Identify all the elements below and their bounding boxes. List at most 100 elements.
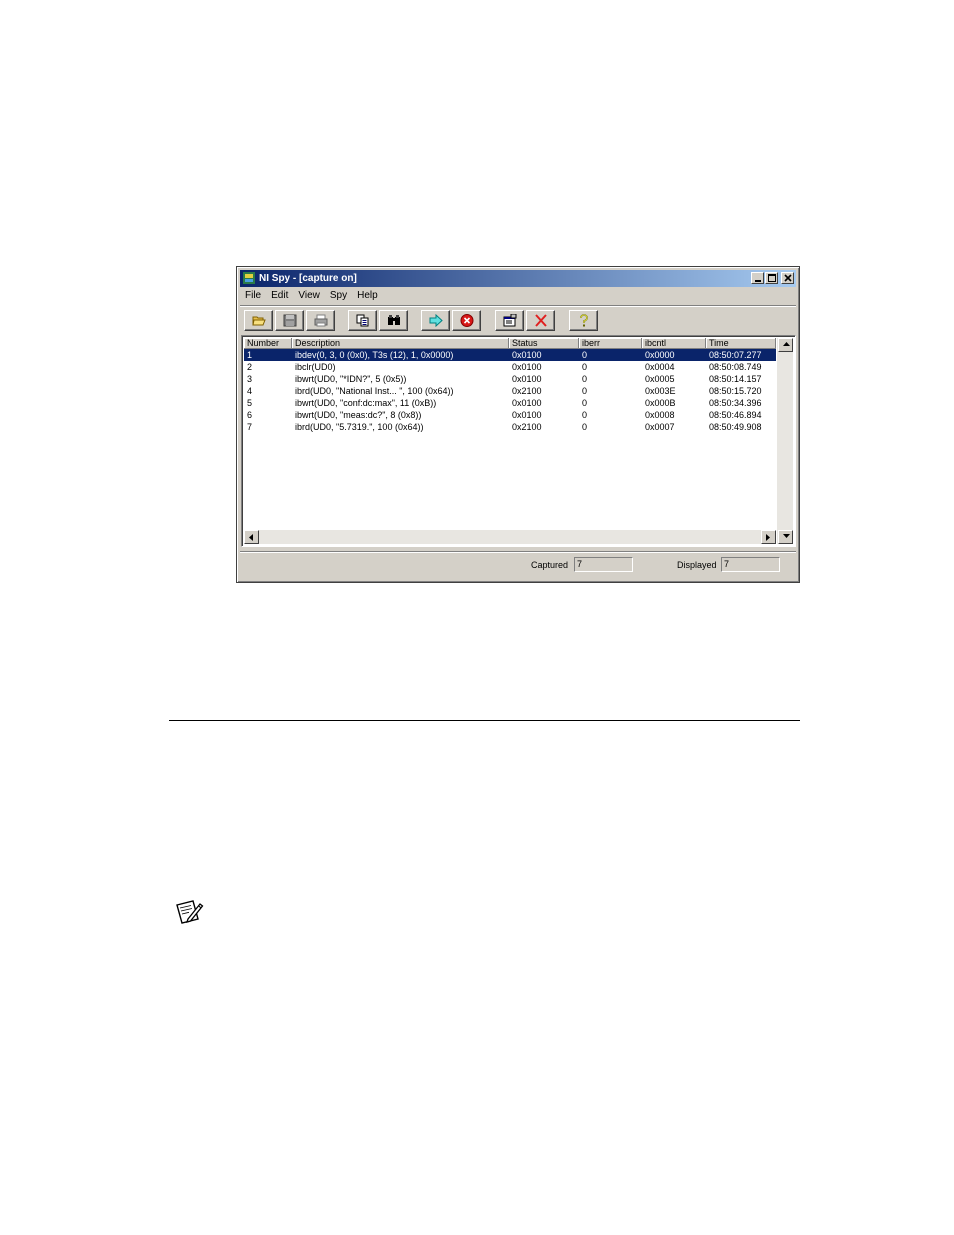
- row-ibcntl: 0x0007: [645, 422, 675, 432]
- row-iberr: 0: [582, 350, 588, 360]
- row-number: 1: [247, 350, 253, 360]
- displayed-count: 7: [721, 557, 780, 572]
- clear-button[interactable]: [526, 310, 555, 331]
- stop-capture-button[interactable]: [452, 310, 481, 331]
- start-capture-arrow-icon: [429, 314, 443, 327]
- row-iberr: 0: [582, 398, 588, 408]
- row-time: 08:50:07.277: [709, 350, 762, 360]
- row-iberr: 0: [582, 386, 588, 396]
- toolbar-divider: [240, 305, 796, 307]
- arrow-down-icon: [783, 534, 790, 538]
- row-number: 2: [247, 362, 253, 372]
- row-status: 0x0100: [512, 410, 542, 420]
- table-row[interactable]: 6 ibwrt(UD0, "meas:dc?", 8 (0x8)) 0x0100 0 0…: [244, 409, 776, 421]
- open-button[interactable]: [244, 310, 273, 331]
- captured-label: Captured: [531, 560, 569, 570]
- row-time: 08:50:46.894: [709, 410, 762, 420]
- column-header-description[interactable]: Description: [292, 338, 509, 349]
- copy-icon: [356, 314, 369, 327]
- horizontal-rule: [169, 720, 800, 721]
- window-title: NI Spy - [capture on]: [259, 273, 357, 284]
- close-button[interactable]: [781, 272, 794, 284]
- column-header-status[interactable]: Status: [509, 338, 579, 349]
- column-header-time[interactable]: Time: [706, 338, 776, 349]
- column-header-ibcntl[interactable]: ibcntl: [642, 338, 706, 349]
- row-description: ibrd(UD0, "5.7319.", 100 (0x64)): [295, 422, 424, 432]
- clear-delete-icon: [535, 314, 547, 327]
- save-icon: [283, 314, 297, 327]
- table-row[interactable]: 7 ibrd(UD0, "5.7319.", 100 (0x64)) 0x2100 0…: [244, 421, 776, 433]
- row-time: 08:50:15.720: [709, 386, 762, 396]
- close-icon: [784, 274, 792, 282]
- menu-view[interactable]: View: [293, 288, 325, 304]
- scroll-down-button[interactable]: [778, 530, 793, 544]
- row-description: ibrd(UD0, "National Inst... ", 100 (0x64…: [295, 386, 454, 396]
- arrow-left-icon: [249, 534, 253, 541]
- find-button[interactable]: [379, 310, 408, 331]
- row-iberr: 0: [582, 362, 588, 372]
- help-button[interactable]: [569, 310, 598, 331]
- save-button[interactable]: [275, 310, 304, 331]
- row-status: 0x0100: [512, 362, 542, 372]
- start-capture-button[interactable]: [421, 310, 450, 331]
- print-button[interactable]: [306, 310, 335, 331]
- open-folder-icon: [252, 316, 266, 326]
- row-number: 5: [247, 398, 253, 408]
- row-description: ibwrt(UD0, "*IDN?", 5 (0x5)): [295, 374, 407, 384]
- table-row[interactable]: 1 ibdev(0, 3, 0 (0x0), T3s (12), 1, 0x000…: [244, 349, 776, 361]
- column-header-iberr[interactable]: iberr: [579, 338, 642, 349]
- list-header: Number Description Status iberr ibcntl T…: [244, 338, 776, 349]
- row-ibcntl: 0x0005: [645, 374, 675, 384]
- stop-capture-icon: [460, 314, 474, 327]
- copy-button[interactable]: [348, 310, 377, 331]
- menu-file[interactable]: File: [240, 288, 266, 304]
- row-ibcntl: 0x0000: [645, 350, 675, 360]
- menu-help[interactable]: Help: [352, 288, 383, 304]
- list-rows: 1 ibdev(0, 3, 0 (0x0), T3s (12), 1, 0x000…: [244, 349, 776, 433]
- row-time: 08:50:49.908: [709, 422, 762, 432]
- menu-spy[interactable]: Spy: [325, 288, 352, 304]
- row-status: 0x0100: [512, 398, 542, 408]
- row-status: 0x2100: [512, 386, 542, 396]
- properties-button[interactable]: [495, 310, 524, 331]
- row-number: 4: [247, 386, 253, 396]
- row-time: 08:50:34.396: [709, 398, 762, 408]
- maximize-button[interactable]: [765, 272, 778, 284]
- row-status: 0x2100: [512, 422, 542, 432]
- row-description: ibclr(UD0): [295, 362, 336, 372]
- column-header-number[interactable]: Number: [244, 338, 292, 349]
- minimize-icon: [755, 280, 761, 282]
- find-binoculars-icon: [388, 315, 400, 325]
- capture-list[interactable]: Number Description Status iberr ibcntl T…: [241, 335, 796, 547]
- scroll-up-button[interactable]: [778, 338, 793, 352]
- row-number: 7: [247, 422, 253, 432]
- row-status: 0x0100: [512, 350, 542, 360]
- row-time: 08:50:08.749: [709, 362, 762, 372]
- table-row[interactable]: 2 ibclr(UD0) 0x0100 0 0x0004 08:50:08.749: [244, 361, 776, 373]
- row-description: ibwrt(UD0, "meas:dc?", 8 (0x8)): [295, 410, 422, 420]
- vertical-scrollbar[interactable]: [777, 338, 793, 544]
- horizontal-scrollbar[interactable]: [244, 530, 776, 544]
- row-number: 3: [247, 374, 253, 384]
- menu-edit[interactable]: Edit: [266, 288, 293, 304]
- scroll-right-button[interactable]: [761, 530, 776, 544]
- row-ibcntl: 0x0008: [645, 410, 675, 420]
- row-ibcntl: 0x003E: [645, 386, 676, 396]
- table-row[interactable]: 5 ibwrt(UD0, "conf:dc:max", 11 (0xB)) 0x01…: [244, 397, 776, 409]
- table-row[interactable]: 4 ibrd(UD0, "National Inst... ", 100 (0x6…: [244, 385, 776, 397]
- properties-icon: [503, 314, 517, 327]
- displayed-label: Displayed: [677, 560, 717, 570]
- row-status: 0x0100: [512, 374, 542, 384]
- arrow-up-icon: [783, 342, 790, 346]
- scroll-left-button[interactable]: [244, 530, 259, 544]
- row-iberr: 0: [582, 422, 588, 432]
- minimize-button[interactable]: [751, 272, 764, 284]
- help-icon: [580, 314, 588, 327]
- row-description: ibwrt(UD0, "conf:dc:max", 11 (0xB)): [295, 398, 437, 408]
- row-ibcntl: 0x000B: [645, 398, 676, 408]
- status-bar: Captured 7 Displayed 7: [240, 551, 796, 579]
- title-bar[interactable]: NI Spy - [capture on]: [240, 270, 796, 287]
- table-row[interactable]: 3 ibwrt(UD0, "*IDN?", 5 (0x5)) 0x0100 0 0x00…: [244, 373, 776, 385]
- menu-bar: File Edit View Spy Help: [240, 288, 796, 304]
- row-number: 6: [247, 410, 253, 420]
